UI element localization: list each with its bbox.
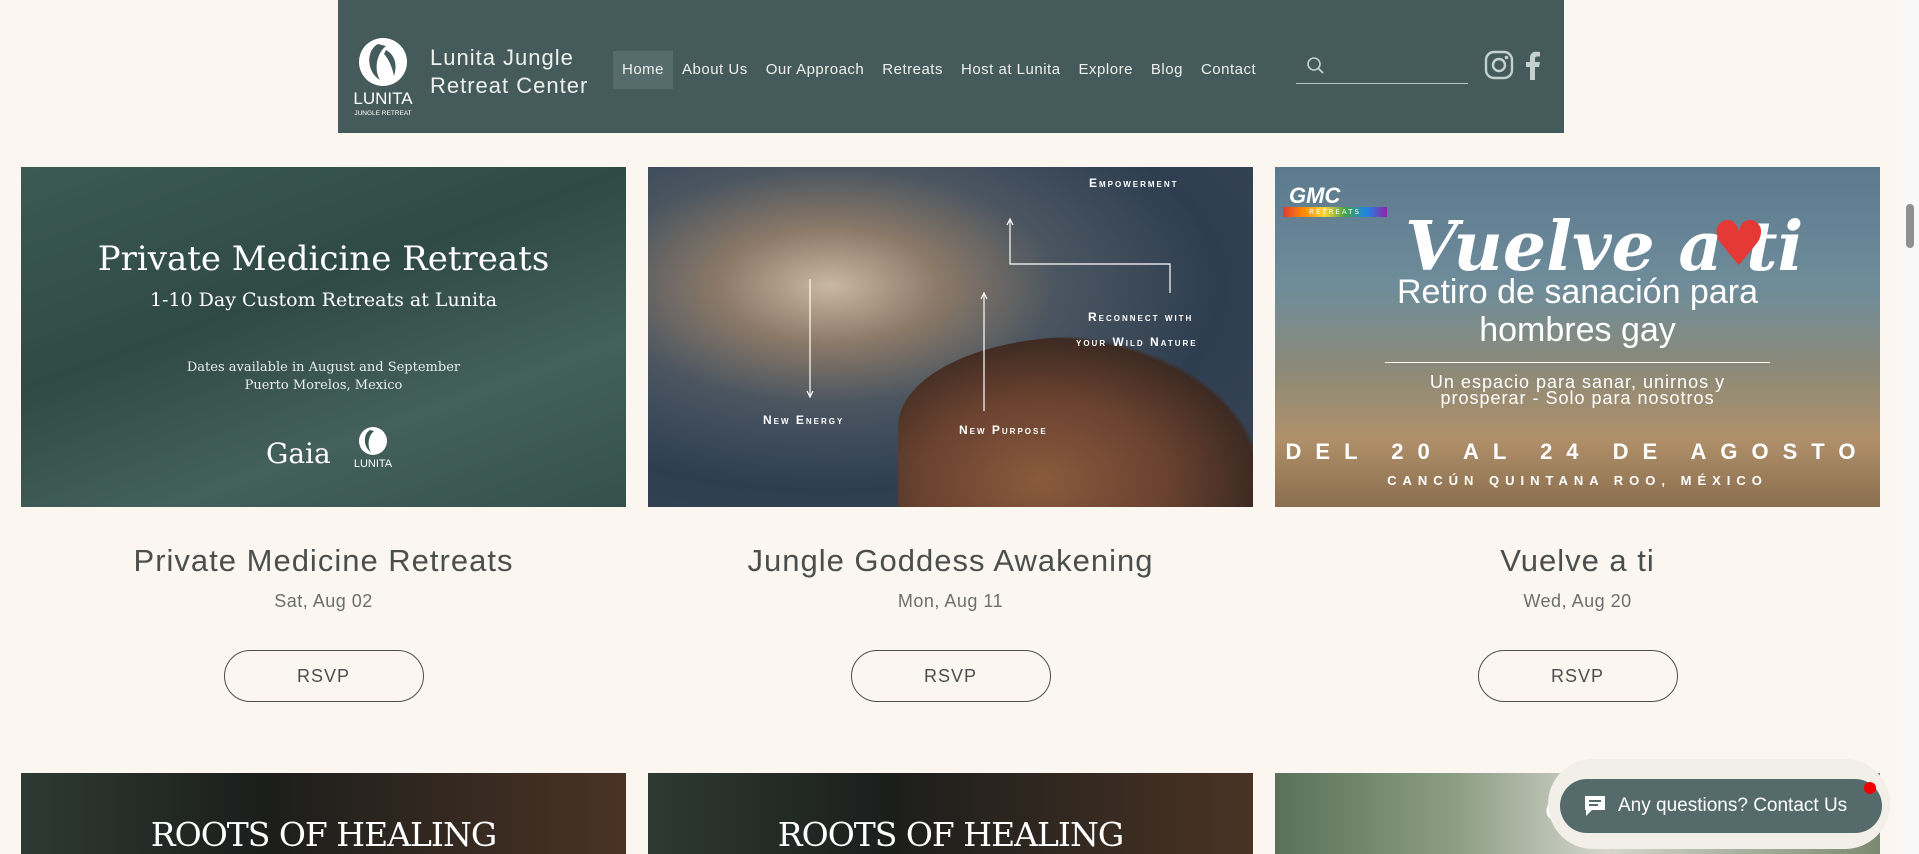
nav-explore[interactable]: Explore	[1070, 51, 1142, 89]
svg-text:JUNGLE RETREAT: JUNGLE RETREAT	[354, 110, 411, 117]
image-location: CANCÚN QUINTANA ROO, MÉXICO	[1387, 473, 1768, 488]
image-heading: ROOTS OF HEALING	[150, 815, 497, 854]
site-brand[interactable]: Lunita Jungle Retreat Center	[430, 44, 588, 100]
event-card: Empowerment Reconnect with your Wild Nat…	[648, 167, 1253, 702]
event-card: GMC RETREATS Vuelve a ti ♥ Retiro de san…	[1275, 167, 1880, 702]
image-dates-text: Dates available in August and September	[186, 360, 461, 375]
heart-icon: ♥	[1711, 207, 1767, 280]
scrollbar-thumb[interactable]	[1906, 204, 1914, 248]
label-reconnect-1: Reconnect with	[1088, 310, 1194, 324]
image-subheading: 1-10 Day Custom Retreats at Lunita	[149, 289, 498, 311]
brand-line-2: Retreat Center	[430, 73, 589, 98]
nav-retreats[interactable]: Retreats	[873, 51, 952, 89]
event-date: Mon, Aug 11	[897, 591, 1004, 611]
image-location-text: Puerto Morelos, Mexico	[244, 378, 403, 393]
image-tagline-2: prosperar - Solo para nosotros	[1440, 388, 1715, 408]
site-header: LUNITA JUNGLE RETREAT Lunita Jungle Retr…	[338, 0, 1564, 133]
image-heading: ROOTS OF HEALING	[777, 815, 1124, 854]
image-subtitle-1: Retiro de sanación para	[1396, 273, 1758, 311]
label-new-energy: New Energy	[763, 413, 845, 427]
event-date: Sat, Aug 02	[274, 591, 373, 611]
event-image-private-medicine[interactable]: Private Medicine Retreats 1-10 Day Custo…	[21, 167, 626, 507]
event-image-roots-of-healing[interactable]: ROOTS OF HEALING	[648, 773, 1253, 854]
gmc-logo: GMC	[1289, 183, 1341, 208]
notification-dot	[1864, 782, 1876, 794]
nav-our-approach[interactable]: Our Approach	[757, 51, 874, 89]
image-details: Dates available in August and September …	[21, 359, 626, 395]
svg-text:LUNITA: LUNITA	[353, 89, 413, 108]
lunita-logo[interactable]: LUNITA JUNGLE RETREAT	[348, 36, 418, 118]
event-title[interactable]: Vuelve a ti	[1275, 543, 1880, 579]
image-subtitle: Retiro de sanación para hombres gay	[1275, 273, 1880, 349]
divider	[1385, 362, 1770, 363]
facebook-icon[interactable]	[1522, 50, 1542, 80]
search-input[interactable]	[1334, 54, 1462, 80]
image-heading: Private Medicine Retreats	[97, 239, 550, 279]
instagram-icon[interactable]	[1484, 50, 1514, 80]
svg-text:LUNITA: LUNITA	[354, 458, 393, 470]
label-reconnect-2: your Wild Nature	[1076, 335, 1198, 349]
image-dates: DEL 20 AL 24 DE AGOSTO	[1285, 439, 1870, 464]
search-icon[interactable]	[1306, 56, 1326, 76]
gmc-retreats-bar: RETREATS	[1283, 207, 1387, 217]
nav-about-us[interactable]: About Us	[673, 51, 757, 89]
nav-blog[interactable]: Blog	[1142, 51, 1192, 89]
main-nav: Home About Us Our Approach Retreats Host…	[613, 51, 1265, 89]
chat-icon	[1585, 796, 1605, 816]
event-title[interactable]: Private Medicine Retreats	[21, 543, 626, 579]
event-date: Wed, Aug 20	[1523, 591, 1632, 611]
event-image-vuelve-a-ti[interactable]: GMC RETREATS Vuelve a ti ♥ Retiro de san…	[1275, 167, 1880, 507]
contact-chat-button[interactable]: Any questions? Contact Us	[1560, 779, 1882, 833]
event-image-jungle-goddess[interactable]: Empowerment Reconnect with your Wild Nat…	[648, 167, 1253, 507]
label-new-purpose: New Purpose	[959, 423, 1048, 437]
nav-host-at-lunita[interactable]: Host at Lunita	[952, 51, 1070, 89]
event-image-roots-of-healing[interactable]: ROOTS OF HEALING	[21, 773, 626, 854]
rsvp-button[interactable]: RSVP	[850, 650, 1051, 702]
image-subtitle-2: hombres gay	[1479, 311, 1676, 349]
rsvp-button[interactable]: RSVP	[1477, 650, 1678, 702]
image-tagline: Un espacio para sanar, unirnos y prosper…	[1275, 373, 1880, 408]
event-title[interactable]: Jungle Goddess Awakening	[648, 543, 1253, 579]
rsvp-button[interactable]: RSVP	[223, 650, 424, 702]
event-card: Private Medicine Retreats 1-10 Day Custo…	[21, 167, 626, 702]
gaia-logo: Gaia	[266, 437, 331, 470]
brand-line-1: Lunita Jungle	[430, 45, 574, 70]
nav-contact[interactable]: Contact	[1192, 51, 1265, 89]
nav-home[interactable]: Home	[613, 51, 674, 89]
page-scrollbar[interactable]	[1901, 0, 1919, 854]
lunita-logo-small: LUNITA	[354, 427, 393, 470]
label-empowerment: Empowerment	[1089, 176, 1179, 190]
chat-label: Any questions? Contact Us	[1618, 795, 1848, 816]
search-box[interactable]	[1296, 50, 1468, 84]
